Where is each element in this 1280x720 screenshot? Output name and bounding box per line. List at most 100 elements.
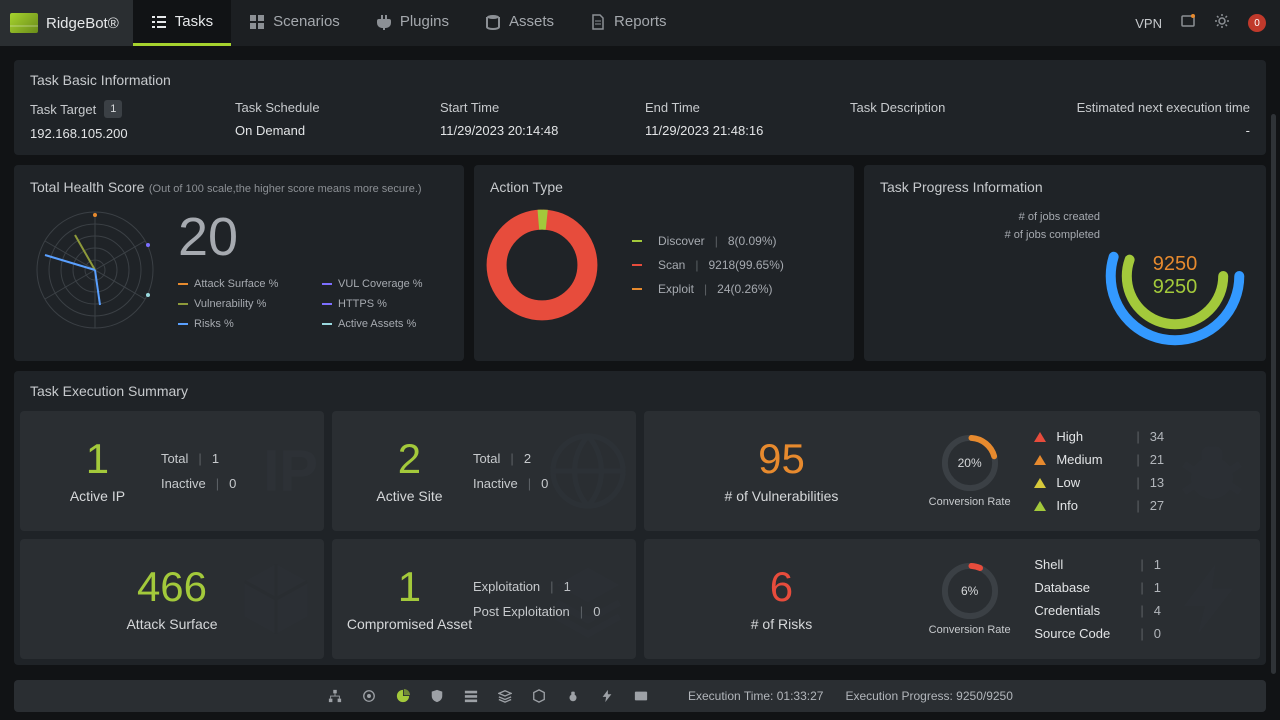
database-icon xyxy=(485,14,501,30)
tab-scenarios[interactable]: Scenarios xyxy=(231,0,358,46)
stack-icon[interactable] xyxy=(498,689,512,703)
tab-label: Plugins xyxy=(400,13,449,30)
tile-active-site[interactable]: 2Active Site Total|2 Inactive|0 xyxy=(332,411,636,531)
legend-active-assets: Active Assets % xyxy=(322,318,448,330)
exec-time: Execution Time: 01:33:27 xyxy=(688,689,823,703)
vpn-indicator[interactable]: VPN xyxy=(1135,16,1162,31)
gear-icon[interactable] xyxy=(1214,13,1230,34)
attack-surface-label: Attack Surface xyxy=(126,616,217,632)
legend-vulnerability: Vulnerability % xyxy=(178,298,304,310)
tile-compromised[interactable]: 1Compromised Asset Exploitation|1 Post E… xyxy=(332,539,636,659)
sev-info: Info|27 xyxy=(1034,498,1246,513)
jobs-completed-label: # of jobs completed xyxy=(1005,229,1100,241)
eta-label: Estimated next execution time xyxy=(1055,100,1250,115)
vuln-label: # of Vulnerabilities xyxy=(725,488,839,504)
sev-high: High|34 xyxy=(1034,429,1246,444)
brand[interactable]: RidgeBot® xyxy=(0,0,133,46)
tile-vulnerabilities[interactable]: 95# of Vulnerabilities 20% Conversion Ra… xyxy=(644,411,1260,531)
tile-risks[interactable]: 6# of Risks 6% Conversion Rate Shell|1 D… xyxy=(644,539,1260,659)
action-donut-chart xyxy=(482,205,602,325)
bottom-icons xyxy=(328,689,648,703)
nav-tabs: Tasks Scenarios Plugins Assets Reports xyxy=(133,0,685,46)
vuln-conversion-ring: 20% xyxy=(939,432,1001,494)
bug-icon[interactable] xyxy=(566,689,580,703)
tab-label: Tasks xyxy=(175,13,213,30)
compromised-count: 1 xyxy=(398,566,421,608)
pie-icon[interactable] xyxy=(396,689,410,703)
task-basic-info: Task Basic Information Task Target1 192.… xyxy=(14,60,1266,155)
tab-tasks[interactable]: Tasks xyxy=(133,0,231,46)
risks-count: 6 xyxy=(770,566,793,608)
box-icon[interactable] xyxy=(532,689,546,703)
bolt-icon[interactable] xyxy=(600,689,614,703)
brand-name: RidgeBot® xyxy=(46,15,119,32)
legend-discover: Discover|8(0.09%) xyxy=(632,234,784,248)
brand-logo-icon xyxy=(10,13,38,33)
exec-progress: Execution Progress: 9250/9250 xyxy=(845,689,1012,703)
legend-exploit: Exploit|24(0.26%) xyxy=(632,282,784,296)
health-panel: Total Health Score (Out of 100 scale,the… xyxy=(14,165,464,361)
risk-cred: Credentials|4 xyxy=(1034,603,1246,618)
target-icon[interactable] xyxy=(362,689,376,703)
tab-reports[interactable]: Reports xyxy=(572,0,685,46)
active-site-count: 2 xyxy=(398,438,421,480)
risk-shell: Shell|1 xyxy=(1034,557,1246,572)
start-value: 11/29/2023 20:14:48 xyxy=(440,123,635,138)
progress-panel: Task Progress Information # of jobs crea… xyxy=(864,165,1266,361)
table-icon[interactable] xyxy=(464,689,478,703)
list-icon xyxy=(151,14,167,30)
legend-https: HTTPS % xyxy=(322,298,448,310)
vuln-conv-label: Conversion Rate xyxy=(929,496,1011,509)
tab-label: Assets xyxy=(509,13,554,30)
eta-value: - xyxy=(1055,123,1250,138)
tab-assets[interactable]: Assets xyxy=(467,0,572,46)
grid-icon xyxy=(249,14,265,30)
shield-icon[interactable] xyxy=(430,689,444,703)
action-panel: Action Type Discover|8(0.09%) Scan|9218(… xyxy=(474,165,854,361)
schedule-value: On Demand xyxy=(235,123,430,138)
desc-label: Task Description xyxy=(850,100,1045,115)
exec-title: Task Execution Summary xyxy=(20,383,1260,399)
plug-icon xyxy=(376,14,392,30)
risk-src: Source Code|0 xyxy=(1034,626,1246,641)
risks-conv-label: Conversion Rate xyxy=(929,624,1011,637)
avatar[interactable]: 0 xyxy=(1248,14,1266,32)
jobs-created-label: # of jobs created xyxy=(1005,211,1100,223)
legend-scan: Scan|9218(99.65%) xyxy=(632,258,784,272)
progress-title: Task Progress Information xyxy=(880,179,1250,195)
end-label: End Time xyxy=(645,100,840,115)
start-label: Start Time xyxy=(440,100,635,115)
jobs-completed-value: 9250 xyxy=(1153,276,1198,299)
progress-ring-chart: 92509250 xyxy=(1100,201,1250,351)
health-title: Total Health Score xyxy=(30,179,144,195)
schedule-label: Task Schedule xyxy=(235,100,430,115)
screenshot-icon[interactable] xyxy=(634,689,648,703)
action-title: Action Type xyxy=(490,179,838,195)
tab-label: Scenarios xyxy=(273,13,340,30)
notification-icon[interactable] xyxy=(1180,13,1196,34)
top-nav: RidgeBot® Tasks Scenarios Plugins Assets… xyxy=(0,0,1280,46)
tab-label: Reports xyxy=(614,13,667,30)
active-ip-label: Active IP xyxy=(70,488,125,504)
compromised-label: Compromised Asset xyxy=(347,616,472,632)
sev-low: Low|13 xyxy=(1034,475,1246,490)
risks-label: # of Risks xyxy=(751,616,812,632)
legend-vul-coverage: VUL Coverage % xyxy=(322,278,448,290)
tab-plugins[interactable]: Plugins xyxy=(358,0,467,46)
scrollbar[interactable] xyxy=(1271,114,1276,674)
health-subtitle: (Out of 100 scale,the higher score means… xyxy=(149,183,422,195)
sev-medium: Medium|21 xyxy=(1034,452,1246,467)
basic-title: Task Basic Information xyxy=(30,72,1250,88)
topology-icon[interactable] xyxy=(328,689,342,703)
tile-attack-surface[interactable]: 466 Attack Surface xyxy=(20,539,324,659)
end-value: 11/29/2023 21:48:16 xyxy=(645,123,840,138)
legend-risks: Risks % xyxy=(178,318,304,330)
tile-active-ip[interactable]: 1Active IP Total|1 Inactive|0 IP xyxy=(20,411,324,531)
radar-chart xyxy=(30,205,160,335)
health-score: 20 xyxy=(178,210,448,264)
attack-surface-count: 466 xyxy=(137,566,207,608)
risk-db: Database|1 xyxy=(1034,580,1246,595)
target-value: 192.168.105.200 xyxy=(30,126,225,141)
legend-attack-surface: Attack Surface % xyxy=(178,278,304,290)
active-ip-count: 1 xyxy=(86,438,109,480)
